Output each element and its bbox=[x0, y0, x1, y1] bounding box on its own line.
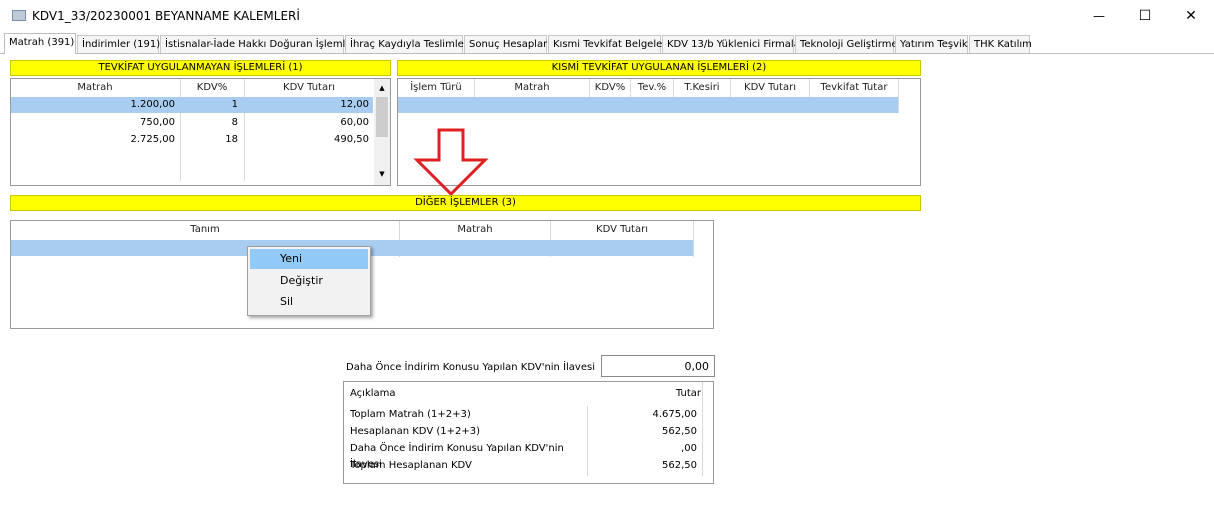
row1-kdv-percent[interactable]: 1 bbox=[181, 97, 238, 113]
col-tev-percent[interactable]: Tev.% bbox=[631, 80, 673, 96]
summary-row-label: Daha Önce İndirim Konusu Yapılan KDV'nin… bbox=[350, 443, 564, 470]
tab-teknoloji-gelistirme[interactable]: Teknoloji Geliştirme bbox=[795, 35, 898, 53]
summary-col-aciklama: Açıklama bbox=[350, 388, 396, 399]
tab-kismi-tevkifat-belgeleri[interactable]: Kısmi Tevkifat Belgeleri bbox=[548, 35, 669, 53]
tab-thk-katilim[interactable]: THK Katılım bbox=[969, 35, 1032, 53]
tab-matrah[interactable]: Matrah (391) bbox=[4, 33, 76, 54]
row3-kdv-percent[interactable]: 18 bbox=[181, 132, 238, 148]
app-icon bbox=[12, 10, 26, 21]
menu-item-yeni[interactable]: Yeni bbox=[250, 249, 368, 269]
row3-kdv-tutari[interactable]: 490,50 bbox=[245, 132, 369, 148]
row2-kdv-percent[interactable]: 8 bbox=[181, 115, 238, 131]
summary-row-label: Toplam Matrah (1+2+3) bbox=[350, 409, 471, 420]
close-button[interactable]: ✕ bbox=[1168, 0, 1214, 32]
summary-row-value: 562,50 bbox=[662, 426, 697, 437]
diger-islemler-header: DİĞER İŞLEMLER (3) bbox=[10, 195, 921, 211]
tab-ihrac-kaydiyla[interactable]: İhraç Kaydıyla Teslimler bbox=[345, 35, 468, 53]
row2-kdv-tutari[interactable]: 60,00 bbox=[245, 115, 369, 131]
kismi-tevkifat-header: KISMİ TEVKİFAT UYGULANAN İŞLEMLERİ (2) bbox=[397, 60, 921, 76]
tab-sonuc-hesaplari[interactable]: Sonuç Hesapları bbox=[464, 35, 550, 53]
summary-row-value: 562,50 bbox=[662, 460, 697, 471]
col-kdv-tutari[interactable]: KDV Tutarı bbox=[551, 222, 693, 238]
minimize-button[interactable]: — bbox=[1076, 0, 1122, 32]
row1-matrah[interactable]: 1.200,00 bbox=[11, 97, 175, 113]
summary-row-label: Toplam Hesaplanan KDV bbox=[350, 460, 472, 471]
col-kdv-tutari[interactable]: KDV Tutarı bbox=[731, 80, 809, 96]
col-kdv-percent[interactable]: KDV% bbox=[181, 80, 243, 96]
title-bar: KDV1_33/20230001 BEYANNAME KALEMLERİ — ☐… bbox=[0, 0, 1214, 32]
summary-table: Açıklama Tutar Toplam Matrah (1+2+3) 4.6… bbox=[343, 381, 714, 484]
scroll-thumb[interactable] bbox=[376, 97, 388, 137]
scroll-up-icon[interactable]: ▲ bbox=[374, 81, 390, 95]
new-row-highlight[interactable] bbox=[398, 97, 898, 113]
context-menu: Yeni Değiştir Sil bbox=[247, 246, 371, 316]
tab-indirimler[interactable]: İndirimler (191) bbox=[77, 35, 160, 53]
row1-kdv-tutari[interactable]: 12,00 bbox=[245, 97, 369, 113]
maximize-button[interactable]: ☐ bbox=[1122, 0, 1168, 32]
summary-row-value: ,00 bbox=[681, 443, 697, 454]
window-title: KDV1_33/20230001 BEYANNAME KALEMLERİ bbox=[32, 9, 300, 23]
ilave-label: Daha Önce İndirim Konusu Yapılan KDV'nin… bbox=[346, 362, 595, 373]
row3-matrah[interactable]: 2.725,00 bbox=[11, 132, 175, 148]
summary-col-tutar: Tutar bbox=[675, 388, 701, 399]
menu-item-sil[interactable]: Sil bbox=[250, 292, 368, 312]
col-tanim[interactable]: Tanım bbox=[11, 222, 399, 238]
col-kdv-tutari[interactable]: KDV Tutarı bbox=[245, 80, 373, 96]
row2-matrah[interactable]: 750,00 bbox=[11, 115, 175, 131]
summary-row-value: 4.675,00 bbox=[652, 409, 697, 420]
col-matrah[interactable]: Matrah bbox=[475, 80, 589, 96]
tab-yatirim-tesvik[interactable]: Yatırım Teşvik bbox=[895, 35, 968, 53]
col-matrah[interactable]: Matrah bbox=[11, 80, 179, 96]
tab-istisnalar[interactable]: İstisnalar-İade Hakkı Doğuran İşlemler bbox=[160, 35, 356, 53]
tevkifat-uygulanmayan-header: TEVKİFAT UYGULANMAYAN İŞLEMLERİ (1) bbox=[10, 60, 391, 76]
vertical-scrollbar[interactable]: ▲ ▼ bbox=[374, 79, 390, 185]
menu-item-degistir[interactable]: Değiştir bbox=[250, 271, 368, 291]
tab-kdv-13b[interactable]: KDV 13/b Yüklenici Firmalar bbox=[662, 35, 804, 53]
col-tevkifat-tutar[interactable]: Tevkifat Tutar bbox=[810, 80, 898, 96]
arrow-down-icon bbox=[413, 128, 489, 197]
col-matrah[interactable]: Matrah bbox=[400, 222, 550, 238]
col-islem-turu[interactable]: İşlem Türü bbox=[398, 80, 474, 96]
scroll-down-icon[interactable]: ▼ bbox=[374, 167, 390, 181]
col-t-kesiri[interactable]: T.Kesiri bbox=[674, 80, 730, 96]
tevkifat-uygulanmayan-grid[interactable]: Matrah KDV% KDV Tutarı 1.200,00 1 12,00 … bbox=[10, 78, 391, 186]
col-kdv-percent[interactable]: KDV% bbox=[590, 80, 630, 96]
ilave-input[interactable]: 0,00 bbox=[601, 355, 715, 377]
summary-row-label: Hesaplanan KDV (1+2+3) bbox=[350, 426, 480, 437]
